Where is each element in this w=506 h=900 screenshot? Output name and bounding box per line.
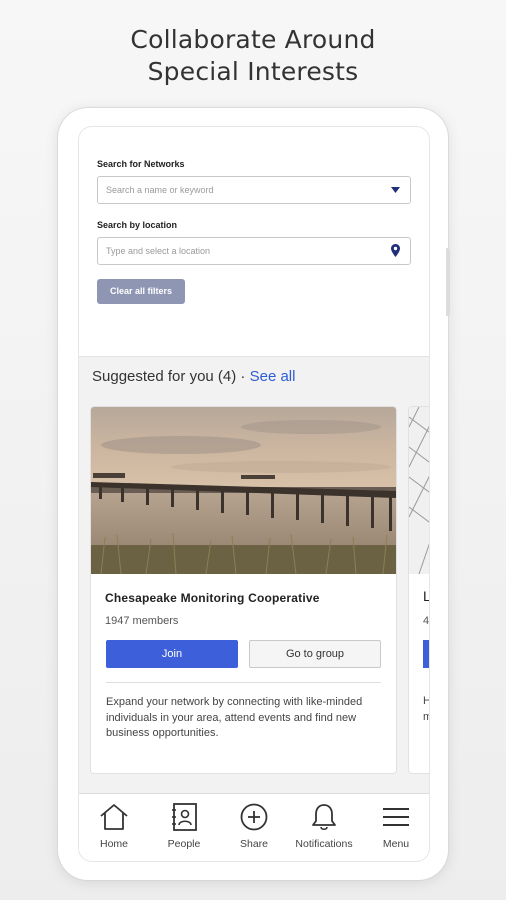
join-button[interactable]: Join — [106, 640, 238, 668]
filter-panel: Search for Networks Search a name or key… — [79, 127, 429, 357]
tab-home[interactable]: Home — [79, 802, 149, 850]
home-icon — [100, 804, 128, 830]
tab-share[interactable]: Share — [219, 802, 289, 850]
bell-icon — [312, 804, 336, 831]
bottom-tab-bar: Home People Share Notifications Menu — [79, 793, 429, 861]
next-group-desc-line-2: m — [423, 711, 429, 723]
tab-notifications-label: Notifications — [295, 838, 353, 850]
go-to-group-button[interactable]: Go to group — [249, 640, 381, 668]
group-title[interactable]: Chesapeake Monitoring Cooperative — [105, 591, 320, 605]
next-group-card[interactable]: L 4 H m — [409, 407, 430, 773]
suggested-count: Suggested for you (4) · — [92, 368, 246, 385]
tab-home-label: Home — [99, 838, 128, 850]
next-group-join-button[interactable] — [423, 640, 429, 668]
network-search-input[interactable]: Search a name or keyword — [97, 176, 411, 204]
headline: Collaborate Around Special Interests — [0, 24, 506, 88]
tab-people[interactable]: People — [149, 802, 219, 850]
card-divider — [106, 682, 381, 683]
next-group-cover-image — [409, 407, 429, 574]
tab-menu[interactable]: Menu — [361, 802, 429, 850]
hamburger-menu-icon — [383, 808, 409, 826]
location-search-label: Search by location — [97, 220, 178, 230]
next-group-members: 4 — [423, 615, 430, 627]
tab-notifications[interactable]: Notifications — [289, 802, 359, 850]
tab-share-label: Share — [239, 838, 269, 850]
group-description: Expand your network by connecting with l… — [106, 696, 363, 739]
network-search-label: Search for Networks — [97, 159, 185, 169]
phone-side-button — [446, 248, 450, 316]
headline-line-1: Collaborate Around — [130, 25, 376, 54]
suggested-heading: Suggested for you (4) · See all — [92, 368, 295, 385]
next-group-desc-line-1: H — [423, 695, 429, 707]
tab-people-label: People — [167, 838, 201, 850]
next-group-title: L — [423, 588, 429, 604]
app-screen: Search for Networks Search a name or key… — [78, 126, 430, 862]
dropdown-arrow-icon[interactable] — [391, 185, 400, 195]
headline-line-2: Special Interests — [147, 57, 359, 86]
group-cover-image — [91, 407, 396, 574]
network-search-placeholder: Search a name or keyword — [106, 185, 214, 195]
tab-menu-label: Menu — [382, 838, 410, 850]
location-search-input[interactable]: Type and select a location — [97, 237, 411, 265]
group-card[interactable]: Chesapeake Monitoring Cooperative 1947 m… — [91, 407, 396, 773]
clear-filters-button[interactable]: Clear all filters — [97, 279, 185, 304]
contacts-book-icon — [172, 803, 197, 831]
map-pin-icon[interactable] — [391, 244, 400, 259]
see-all-link[interactable]: See all — [250, 368, 296, 385]
location-search-placeholder: Type and select a location — [106, 246, 211, 256]
group-member-count: 1947 members — [105, 615, 179, 627]
plus-circle-icon — [240, 803, 268, 831]
